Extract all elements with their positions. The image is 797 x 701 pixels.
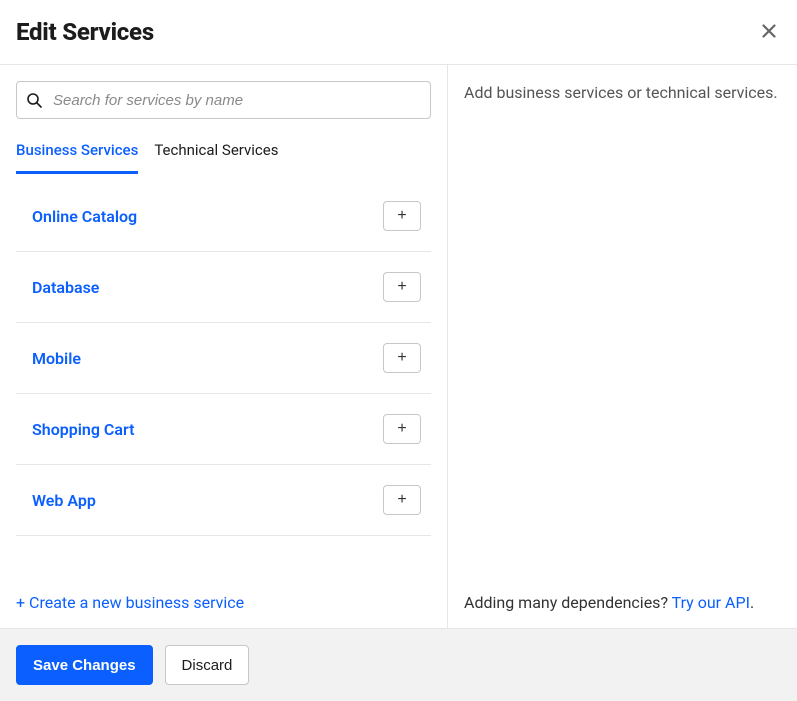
- service-list: Online Catalog + Database + Mobile + Sho…: [16, 181, 431, 536]
- service-row: Database +: [16, 252, 431, 323]
- plus-icon: +: [397, 420, 406, 438]
- service-row: Online Catalog +: [16, 181, 431, 252]
- add-button[interactable]: +: [383, 201, 421, 231]
- right-panel: Add business services or technical servi…: [448, 65, 797, 628]
- save-changes-button[interactable]: Save Changes: [16, 645, 153, 685]
- modal-title: Edit Services: [16, 18, 154, 46]
- discard-button[interactable]: Discard: [165, 645, 250, 685]
- plus-icon: +: [397, 491, 406, 509]
- service-link-mobile[interactable]: Mobile: [16, 349, 81, 368]
- left-panel: Business Services Technical Services Onl…: [0, 65, 448, 628]
- service-row: Shopping Cart +: [16, 394, 431, 465]
- search-input[interactable]: [16, 81, 431, 119]
- service-link-database[interactable]: Database: [16, 278, 99, 297]
- right-bottom-prefix: Adding many dependencies?: [464, 593, 672, 612]
- add-button[interactable]: +: [383, 414, 421, 444]
- plus-icon: +: [397, 207, 406, 225]
- add-button[interactable]: +: [383, 485, 421, 515]
- add-button[interactable]: +: [383, 272, 421, 302]
- search-icon: [26, 92, 42, 108]
- service-row: Mobile +: [16, 323, 431, 394]
- edit-services-modal: Edit Services Business Services Technica…: [0, 0, 797, 701]
- tab-technical-services[interactable]: Technical Services: [154, 131, 278, 174]
- right-intro: Add business services or technical servi…: [464, 81, 781, 105]
- right-bottom: Adding many dependencies? Try our API.: [464, 593, 781, 612]
- create-business-service-link[interactable]: + Create a new business service: [16, 593, 244, 612]
- service-link-web-app[interactable]: Web App: [16, 491, 96, 510]
- plus-icon: +: [397, 349, 406, 367]
- try-api-link[interactable]: Try our API: [672, 593, 750, 612]
- add-button[interactable]: +: [383, 343, 421, 373]
- service-row: Web App +: [16, 465, 431, 536]
- tabs: Business Services Technical Services: [16, 131, 431, 175]
- search-wrap: [16, 81, 431, 119]
- left-footer: + Create a new business service: [16, 577, 431, 612]
- right-bottom-suffix: .: [750, 593, 754, 612]
- close-button[interactable]: [757, 20, 781, 44]
- tab-business-services[interactable]: Business Services: [16, 131, 138, 174]
- close-icon: [762, 24, 776, 41]
- service-link-online-catalog[interactable]: Online Catalog: [16, 207, 137, 226]
- modal-header: Edit Services: [0, 0, 797, 65]
- modal-body: Business Services Technical Services Onl…: [0, 65, 797, 628]
- service-link-shopping-cart[interactable]: Shopping Cart: [16, 420, 135, 439]
- plus-icon: +: [397, 278, 406, 296]
- modal-footer: Save Changes Discard: [0, 628, 797, 701]
